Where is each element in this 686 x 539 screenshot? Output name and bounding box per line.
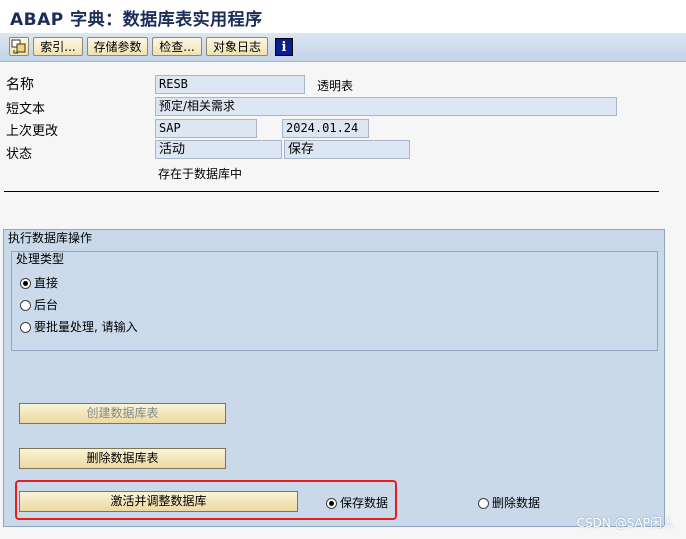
- short-text-label: 短文本: [6, 102, 46, 117]
- info-icon[interactable]: i: [275, 38, 293, 56]
- application-toolbar: 索引... 存储参数 检查... 对象日志 i: [0, 33, 686, 62]
- last-changed-label: 上次更改: [6, 124, 59, 139]
- radio-mass-processing[interactable]: 要批量处理, 请输入: [20, 318, 138, 336]
- watermark-text: CSDN @SAP闲人: [576, 516, 674, 530]
- table-type-label: 透明表: [317, 79, 354, 93]
- short-text-field: 预定/相关需求: [155, 97, 617, 116]
- object-switch-icon: [11, 39, 26, 54]
- radio-mass-label: 要批量处理, 请输入: [34, 320, 138, 334]
- title-bar: ABAP 字典：数据库表实用程序: [0, 0, 686, 34]
- status-label: 状态: [6, 147, 33, 162]
- radio-delete-data[interactable]: 删除数据: [478, 494, 540, 512]
- radio-background[interactable]: 后台: [20, 296, 58, 314]
- window-title: ABAP 字典：数据库表实用程序: [10, 10, 263, 30]
- radio-button[interactable]: [478, 498, 489, 509]
- radio-button[interactable]: [20, 322, 31, 333]
- radio-direct[interactable]: 直接: [20, 274, 58, 292]
- display-other-object-button[interactable]: [9, 37, 29, 56]
- status-saved-field: 保存: [284, 140, 410, 159]
- storage-params-button[interactable]: 存储参数: [87, 37, 148, 56]
- create-db-table-button[interactable]: 创建数据库表: [19, 403, 226, 424]
- radio-background-label: 后台: [34, 298, 59, 312]
- processing-type-group: [11, 251, 658, 351]
- status-active-field: 活动: [155, 140, 282, 159]
- processing-type-title: 处理类型: [11, 251, 77, 267]
- delete-data-label: 删除数据: [492, 496, 541, 510]
- name-label: 名称: [6, 77, 34, 93]
- exists-in-db-text: 存在于数据库中: [158, 167, 243, 181]
- check-button[interactable]: 检查...: [152, 37, 202, 56]
- radio-button-selected[interactable]: [20, 278, 31, 289]
- db-operations-title: 执行数据库操作: [3, 229, 105, 246]
- changed-by-field: SAP: [155, 119, 257, 138]
- separator: [4, 191, 659, 192]
- changed-on-field: 2024.01.24: [282, 119, 369, 138]
- radio-button[interactable]: [20, 300, 31, 311]
- index-button[interactable]: 索引...: [33, 37, 83, 56]
- red-highlight-box: [15, 480, 397, 520]
- radio-direct-label: 直接: [34, 276, 59, 290]
- name-field: RESB: [155, 75, 305, 94]
- delete-db-table-button[interactable]: 删除数据库表: [19, 448, 226, 469]
- object-log-button[interactable]: 对象日志: [206, 37, 268, 56]
